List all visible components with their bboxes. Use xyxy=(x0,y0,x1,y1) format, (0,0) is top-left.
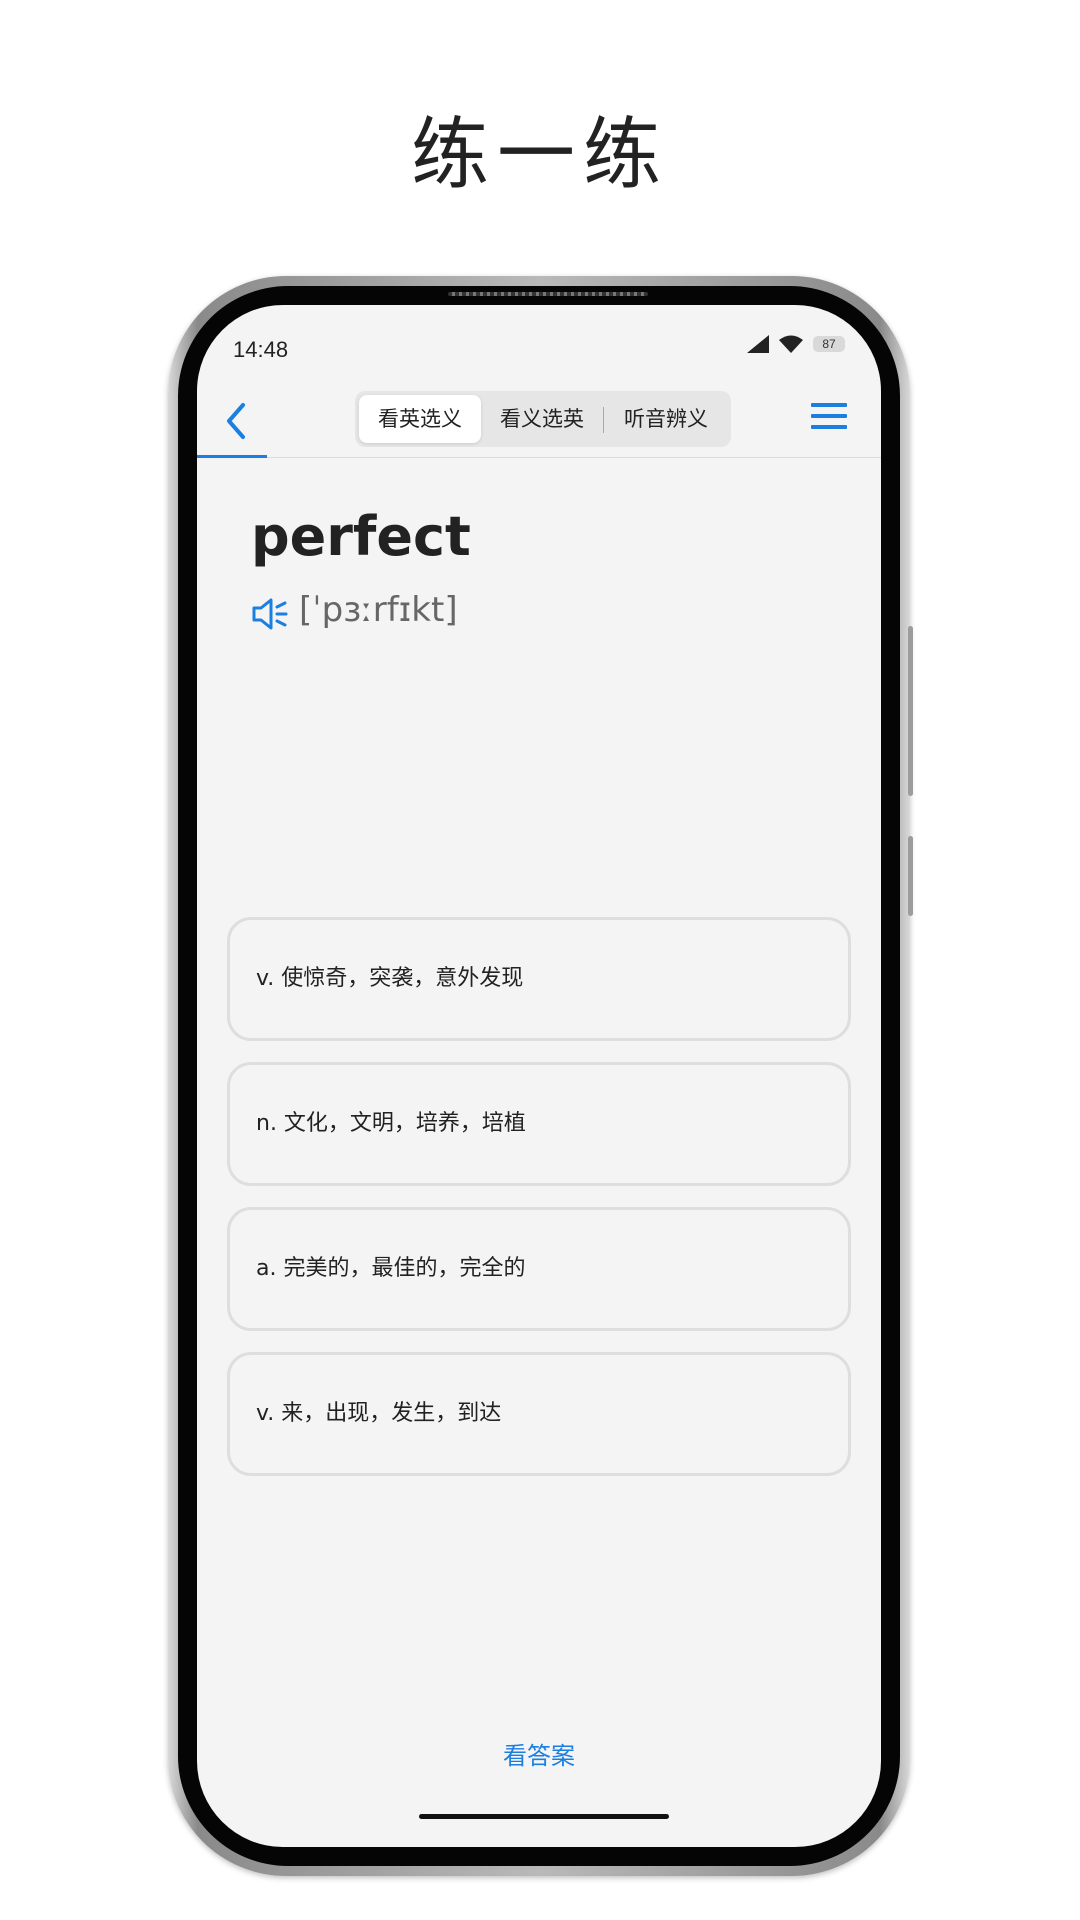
power-button xyxy=(908,626,913,796)
status-icons: 87 xyxy=(747,335,845,353)
status-time: 14:48 xyxy=(233,337,289,362)
phone-frame: 14:48 87 看英选义 看义选英 听音辨义 perfect [ˈpɜːrfɪ… xyxy=(168,276,913,1876)
mode-segmented-control: 看英选义 看义选英 听音辨义 xyxy=(355,391,731,447)
chevron-left-icon[interactable] xyxy=(215,397,259,445)
back-indicator xyxy=(197,455,267,458)
tab-en-to-meaning[interactable]: 看英选义 xyxy=(359,395,481,443)
phonetic-text: [ˈpɜːrfɪkt] xyxy=(299,590,458,630)
battery-icon: 87 xyxy=(813,336,845,352)
home-indicator[interactable] xyxy=(419,1814,669,1819)
answer-option[interactable]: a. 完美的，最佳的，完全的 xyxy=(227,1207,851,1331)
menu-icon[interactable] xyxy=(811,403,847,435)
wifi-icon xyxy=(779,335,803,353)
promo-title: 练一练 xyxy=(410,110,669,200)
answer-option-text: v. 来，出现，发生，到达 xyxy=(256,1401,502,1426)
answer-option[interactable]: n. 文化，文明，培养，培植 xyxy=(227,1062,851,1186)
word-text: perfect xyxy=(251,505,471,568)
answer-option-text: v. 使惊奇，突袭，意外发现 xyxy=(256,966,524,991)
tab-listen[interactable]: 听音辨义 xyxy=(605,395,727,443)
answer-option[interactable]: v. 来，出现，发生，到达 xyxy=(227,1352,851,1476)
signal-icon xyxy=(747,335,769,353)
answer-option[interactable]: v. 使惊奇，突袭，意外发现 xyxy=(227,917,851,1041)
answer-option-text: n. 文化，文明，培养，培植 xyxy=(256,1111,526,1136)
view-answer-button[interactable]: 看答案 xyxy=(197,1736,881,1771)
earpiece xyxy=(448,292,648,296)
nav-bar: 看英选义 看义选英 听音辨义 xyxy=(197,385,881,458)
app-screen: 14:48 87 看英选义 看义选英 听音辨义 perfect [ˈpɜːrfɪ… xyxy=(197,305,881,1847)
volume-button xyxy=(908,836,913,916)
tab-divider xyxy=(603,407,604,433)
answer-option-text: a. 完美的，最佳的，完全的 xyxy=(256,1256,526,1281)
status-bar: 14:48 87 xyxy=(197,305,881,375)
tab-meaning-to-en[interactable]: 看义选英 xyxy=(481,395,603,443)
speaker-icon[interactable] xyxy=(251,597,289,631)
